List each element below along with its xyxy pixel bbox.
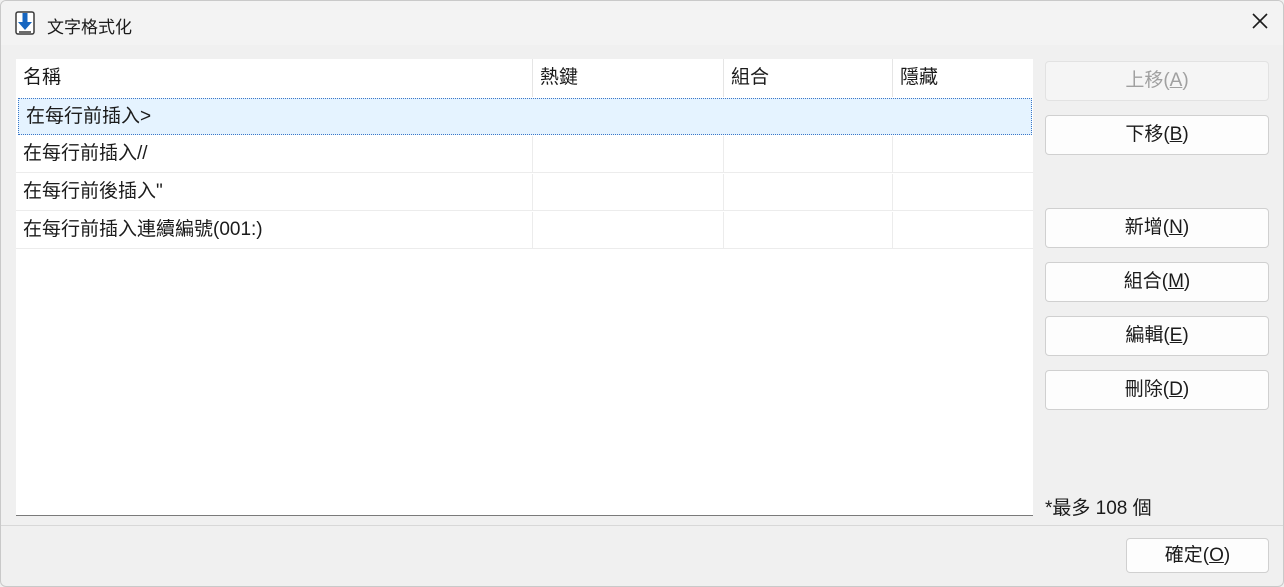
button-label-end: ) (1182, 217, 1190, 238)
ok-button[interactable]: 確定(O) (1126, 538, 1269, 573)
column-header-name[interactable]: 名稱 (16, 59, 533, 97)
download-arrow-icon (15, 11, 35, 35)
accelerator-key: E (1169, 325, 1183, 346)
button-label-end: ) (1223, 545, 1231, 566)
cell-hotkey (533, 174, 724, 210)
dialog-window: 文字格式化 名稱 熱鍵 組合 隱藏 在每行前插入> 在每行前插入// 在每行前後… (0, 0, 1284, 587)
combine-button[interactable]: 組合(M) (1045, 262, 1269, 302)
button-label-end: ) (1182, 124, 1189, 145)
cell-hotkey (533, 136, 724, 172)
cell-combo (724, 136, 893, 172)
button-label: 上移( (1125, 70, 1170, 91)
accelerator-key: D (1169, 379, 1183, 400)
cell-name: 在每行前後插入" (16, 174, 533, 210)
cell-name: 在每行前插入連續編號(001:) (16, 212, 533, 248)
button-label-end: ) (1183, 271, 1191, 292)
list-header: 名稱 熱鍵 組合 隱藏 (16, 59, 1033, 97)
button-label-end: ) (1182, 325, 1189, 346)
button-label: 新增( (1124, 217, 1170, 238)
column-header-hotkey[interactable]: 熱鍵 (533, 59, 724, 97)
max-count-note: *最多 108 個 (1045, 498, 1152, 519)
footer-divider (1, 525, 1283, 526)
delete-button[interactable]: 刪除(D) (1045, 370, 1269, 410)
table-row[interactable]: 在每行前後插入" (16, 174, 1033, 211)
close-icon (1251, 12, 1269, 35)
column-header-combo[interactable]: 組合 (724, 59, 893, 97)
accelerator-key: O (1209, 545, 1224, 566)
button-label: 刪除( (1124, 379, 1170, 400)
accelerator-key: B (1169, 124, 1183, 145)
column-header-hidden[interactable]: 隱藏 (893, 59, 1033, 97)
format-list[interactable]: 名稱 熱鍵 組合 隱藏 在每行前插入> 在每行前插入// 在每行前後插入" 在每… (16, 59, 1033, 516)
cell-hidden (893, 136, 1033, 172)
button-label-end: ) (1182, 379, 1190, 400)
window-title: 文字格式化 (47, 18, 132, 37)
table-row[interactable]: 在每行前插入// (16, 136, 1033, 173)
cell-name: 在每行前插入> (26, 106, 152, 127)
move-down-button[interactable]: 下移(B) (1045, 115, 1269, 155)
cell-hotkey (534, 99, 725, 135)
table-row[interactable]: 在每行前插入連續編號(001:) (16, 212, 1033, 249)
cell-combo (725, 99, 894, 135)
title-bar[interactable]: 文字格式化 (1, 1, 1283, 45)
move-up-button[interactable]: 上移(A) (1045, 61, 1269, 101)
close-button[interactable] (1237, 1, 1283, 45)
accelerator-key: M (1168, 271, 1184, 292)
table-row[interactable]: 在每行前插入> (18, 98, 1032, 135)
button-label: 下移( (1125, 124, 1170, 145)
button-label: 組合( (1123, 271, 1169, 292)
cell-hidden (893, 174, 1033, 210)
edit-button[interactable]: 編輯(E) (1045, 316, 1269, 356)
accelerator-key: A (1169, 70, 1183, 91)
cell-hidden (893, 212, 1033, 248)
button-label: 編輯( (1125, 325, 1170, 346)
accelerator-key: N (1169, 217, 1183, 238)
cell-hotkey (533, 212, 724, 248)
button-label-end: ) (1182, 70, 1189, 91)
cell-combo (724, 212, 893, 248)
button-label: 確定( (1164, 545, 1210, 566)
cell-hidden (894, 99, 1031, 135)
cell-combo (724, 174, 893, 210)
cell-name: 在每行前插入// (16, 136, 533, 172)
add-button[interactable]: 新增(N) (1045, 208, 1269, 248)
